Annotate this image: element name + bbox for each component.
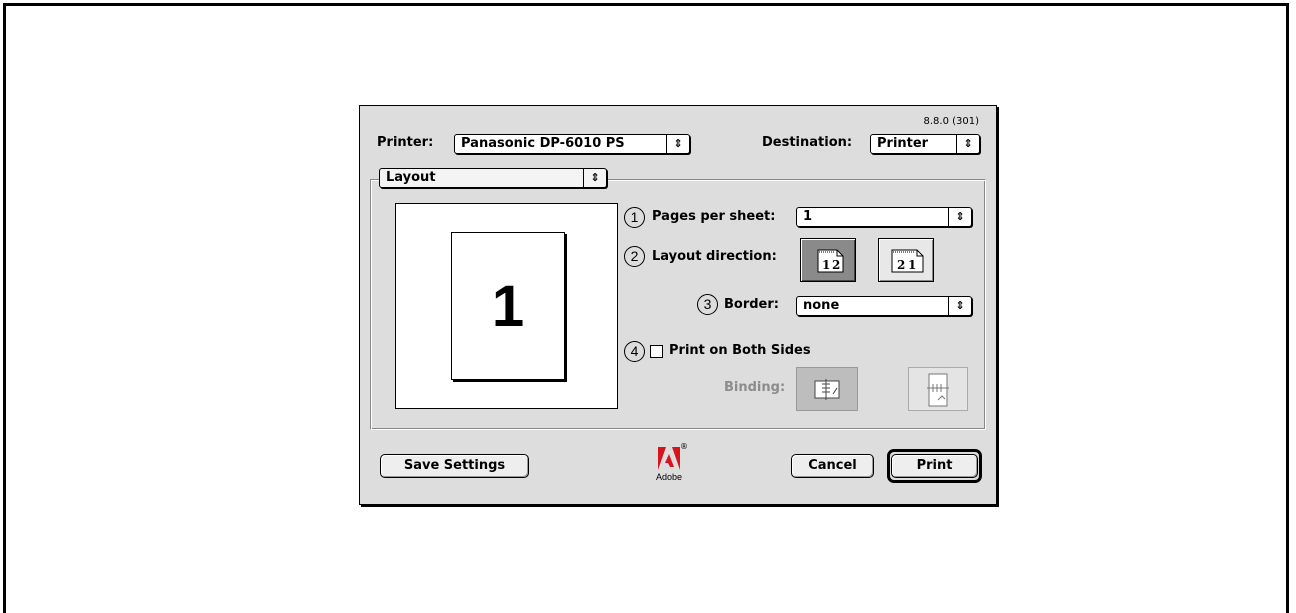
both-sides-checkbox[interactable]: [650, 345, 663, 358]
both-sides-label: Print on Both Sides: [669, 343, 811, 358]
printer-popup[interactable]: Panasonic DP-6010 PS ⇕: [454, 134, 690, 154]
binding-short-edge-icon: [927, 373, 949, 407]
callout-4: 4: [624, 341, 645, 362]
adobe-logo-text: Adobe: [656, 472, 683, 482]
destination-label: Destination:: [762, 135, 853, 150]
printer-value: Panasonic DP-6010 PS: [461, 136, 625, 151]
svg-text:2: 2: [832, 258, 840, 272]
adobe-logo: ® Adobe: [655, 442, 691, 488]
destination-value: Printer: [877, 136, 929, 151]
popup-arrows-icon: ⇕: [948, 208, 971, 226]
border-value: none: [803, 298, 840, 313]
binding-long-edge-button[interactable]: [796, 367, 858, 411]
layout-ltr-text: 1: [822, 258, 830, 272]
printer-label: Printer:: [377, 135, 434, 150]
panel-popup[interactable]: Layout ⇕: [379, 168, 607, 188]
cancel-button[interactable]: Cancel: [791, 454, 874, 478]
print-dialog: 8.8.0 (301) Printer: Panasonic DP-6010 P…: [359, 105, 997, 505]
svg-text:2: 2: [897, 258, 905, 272]
layout-left-to-right-icon: 1 2: [817, 249, 844, 273]
callout-3: 3: [697, 294, 718, 315]
layout-direction-label: Layout direction:: [652, 249, 777, 264]
pages-per-sheet-popup[interactable]: 1 ⇕: [796, 207, 972, 227]
binding-long-edge-icon: [814, 379, 840, 400]
svg-text:1: 1: [908, 258, 916, 272]
popup-arrows-icon: ⇕: [948, 297, 971, 315]
preview-page-number: 1: [491, 274, 525, 339]
layout-right-to-left-button[interactable]: 2 1: [878, 238, 934, 282]
preview-page: 1: [451, 232, 565, 380]
adobe-registered-mark: ®: [680, 442, 688, 451]
save-settings-button[interactable]: Save Settings: [380, 454, 529, 478]
callout-2: 2: [624, 246, 645, 267]
popup-arrows-icon: ⇕: [956, 135, 979, 153]
popup-arrows-icon: ⇕: [583, 169, 606, 187]
binding-short-edge-button[interactable]: [908, 367, 968, 411]
border-label: Border:: [724, 297, 779, 312]
destination-popup[interactable]: Printer ⇕: [870, 134, 980, 154]
callout-1: 1: [624, 207, 645, 228]
version-label: 8.8.0 (301): [923, 116, 979, 127]
layout-left-to-right-button[interactable]: 1 2: [800, 238, 856, 282]
pages-per-sheet-label: Pages per sheet:: [652, 209, 776, 224]
border-popup[interactable]: none ⇕: [796, 296, 972, 316]
print-button[interactable]: Print: [891, 454, 978, 478]
pages-per-sheet-value: 1: [803, 209, 813, 224]
binding-label: Binding:: [724, 380, 786, 395]
layout-right-to-left-icon: 2 1: [891, 249, 924, 273]
popup-arrows-icon: ⇕: [666, 135, 689, 153]
layout-preview: 1: [395, 203, 618, 409]
panel-value: Layout: [386, 170, 436, 185]
